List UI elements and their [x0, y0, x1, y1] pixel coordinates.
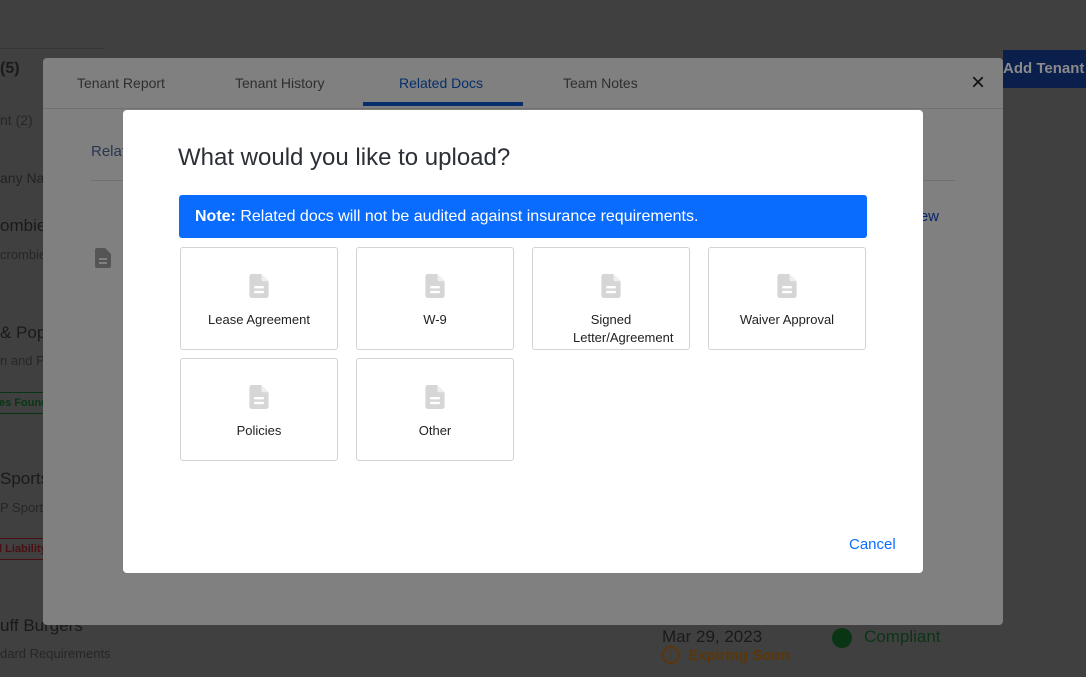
- option-label: Signed Letter/Agreement: [573, 312, 674, 345]
- upload-option-policies[interactable]: Policies: [180, 358, 338, 461]
- upload-option-w-9[interactable]: W-9: [356, 247, 514, 350]
- tenant-name[interactable]: ombie: [0, 216, 46, 236]
- dialog-title: What would you like to upload?: [178, 144, 511, 171]
- warning-icon: !: [662, 646, 680, 664]
- option-label: Waiver Approval: [739, 312, 835, 327]
- tab-team-notes[interactable]: Team Notes: [563, 75, 638, 91]
- tenant-count: (5): [0, 60, 20, 77]
- tenant-sub: dard Requirements: [0, 646, 111, 661]
- add-tenant-button[interactable]: Add Tenant: [1003, 50, 1086, 88]
- tab-tenant-report[interactable]: Tenant Report: [77, 75, 165, 91]
- option-label: Policies: [236, 423, 282, 438]
- document-icon: [249, 385, 269, 409]
- document-icon: [249, 274, 269, 298]
- upload-option-lease-agreement[interactable]: Lease Agreement: [180, 247, 338, 350]
- tenant-name[interactable]: & Pop: [0, 323, 46, 343]
- document-icon: [777, 274, 797, 298]
- column-header: any Na: [0, 170, 45, 186]
- tabs-divider: [43, 108, 1003, 109]
- option-label: Lease Agreement: [208, 312, 310, 327]
- tab-tenant-history[interactable]: Tenant History: [235, 75, 324, 91]
- document-icon: [601, 274, 621, 298]
- filter-tab[interactable]: nt (2): [0, 112, 33, 128]
- active-tab-indicator: [363, 102, 523, 106]
- upload-option-signed-letter-agreement[interactable]: Signed Letter/Agreement: [532, 247, 690, 350]
- upload-option-waiver-approval[interactable]: Waiver Approval: [708, 247, 866, 350]
- option-label: W-9: [423, 312, 447, 327]
- document-icon: [95, 248, 111, 268]
- close-icon[interactable]: ×: [971, 71, 985, 95]
- option-label: Other: [418, 423, 452, 438]
- check-icon: [832, 628, 852, 648]
- cancel-button[interactable]: Cancel: [849, 536, 896, 553]
- note-text: Related docs will not be audited against…: [235, 208, 699, 225]
- tab-related-docs[interactable]: Related Docs: [399, 75, 483, 91]
- document-icon: [425, 385, 445, 409]
- document-icon: [425, 274, 445, 298]
- compliant-status: Compliant: [864, 627, 941, 646]
- upload-option-other[interactable]: Other: [356, 358, 514, 461]
- tenant-sub: n and P: [0, 353, 45, 368]
- section-label: Relat: [91, 143, 127, 160]
- note-label: Note:: [195, 208, 236, 225]
- upload-dialog: What would you like to upload? Note: Rel…: [123, 110, 923, 573]
- expiry-date: Mar 29, 2023: [662, 627, 763, 646]
- expiring-status: Expiring Soon: [688, 647, 790, 664]
- tenant-name[interactable]: Sports: [0, 469, 49, 489]
- note-banner: Note: Related docs will not be audited a…: [179, 195, 867, 238]
- tenant-sub: crombie: [0, 247, 47, 262]
